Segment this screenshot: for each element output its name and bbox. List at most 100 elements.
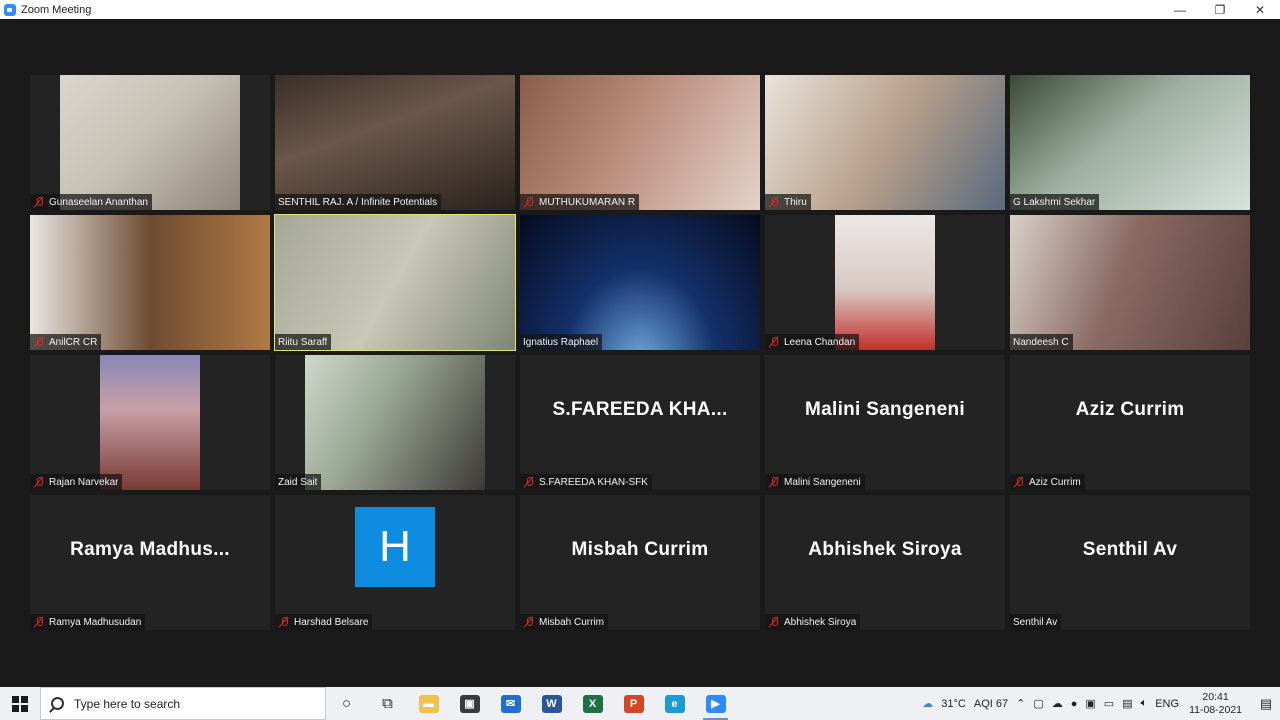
participant-tile[interactable]: Nandeesh C [1010, 215, 1250, 350]
participant-tile[interactable]: MUTHUKUMARAN R [520, 75, 760, 210]
network-icon[interactable]: ▤ [1122, 697, 1132, 710]
mic-muted-icon [768, 196, 780, 208]
participant-video [520, 215, 760, 350]
participant-tile[interactable]: AnilCR CR [30, 215, 270, 350]
participant-display-name: Senthil Av [1082, 539, 1178, 560]
participant-tile[interactable]: Malini Sangeneni Malini Sangeneni [765, 355, 1005, 490]
mic-muted-icon [278, 616, 290, 628]
participant-video [1010, 75, 1250, 210]
mic-muted-icon [33, 616, 45, 628]
participant-tile[interactable]: SENTHIL RAJ. A / Infinite Potentials [275, 75, 515, 210]
participant-name: Thiru [784, 196, 807, 208]
minimize-button[interactable]: — [1160, 0, 1200, 19]
participant-name: Aziz Currim [1029, 476, 1081, 488]
excel-icon[interactable]: X [572, 687, 613, 720]
mic-muted-icon [33, 336, 45, 348]
file-explorer-icon[interactable]: ▬ [408, 687, 449, 720]
participant-tile[interactable]: Zaid Sait [275, 355, 515, 490]
zoom-icon[interactable]: ▶ [695, 687, 736, 720]
tray-app-icon[interactable]: ▢ [1033, 697, 1043, 710]
participant-video [100, 355, 200, 490]
system-tray: ☁ 31°C AQI 67 ⌃ ▢ ☁ ● ▣ ▭ ▤ 🔈︎ ENG 20:41… [918, 687, 1280, 720]
participant-tile[interactable]: S.FAREEDA KHA... S.FAREEDA KHAN-SFK [520, 355, 760, 490]
participant-display-name: Aziz Currim [1075, 399, 1185, 420]
mic-muted-icon [1013, 476, 1025, 488]
volume-icon[interactable]: 🔈︎ [1141, 697, 1148, 710]
participant-tile[interactable]: Ignatius Raphael [520, 215, 760, 350]
window-title: Zoom Meeting [21, 3, 92, 16]
participant-tile[interactable]: Misbah Currim Misbah Currim [520, 495, 760, 630]
edge-icon-glyph: e [664, 694, 685, 713]
participant-name: Riitu Saraff [278, 336, 328, 348]
participant-name: Ramya Madhusudan [49, 616, 142, 628]
participant-name: Ignatius Raphael [523, 336, 599, 348]
participant-name: Misbah Currim [539, 616, 605, 628]
participant-video [275, 215, 515, 350]
participant-name-label: Thiru [765, 194, 811, 210]
participant-name-label: Zaid Sait [275, 474, 322, 490]
store-icon[interactable]: ▣ [449, 687, 490, 720]
weather-temp[interactable]: 31°C [941, 698, 966, 710]
language-indicator[interactable]: ENG [1155, 698, 1179, 710]
participant-tile[interactable]: Rajan Narvekar [30, 355, 270, 490]
participant-name: Abhishek Siroya [784, 616, 857, 628]
participant-tile[interactable]: Gunaseelan Ananthan [30, 75, 270, 210]
clock[interactable]: 20:41 11-08-2021 [1189, 691, 1242, 717]
participant-display-name: S.FAREEDA KHA... [552, 399, 728, 420]
close-button[interactable]: ✕ [1240, 0, 1280, 19]
taskbar-search[interactable]: Type here to search [40, 687, 326, 720]
participant-name-label: Riitu Saraff [275, 334, 332, 350]
notification-icon[interactable]: ▤ [1252, 687, 1280, 720]
participant-video [30, 215, 270, 350]
participant-name-label: Ignatius Raphael [520, 334, 603, 350]
participant-tile[interactable]: Aziz Currim Aziz Currim [1010, 355, 1250, 490]
participant-tile[interactable]: Leena Chandan [765, 215, 1005, 350]
edge-icon[interactable]: e [654, 687, 695, 720]
search-icon [51, 697, 64, 710]
file-explorer-icon-glyph: ▬ [418, 694, 439, 713]
participant-video [305, 355, 485, 490]
cortana-icon[interactable]: ○ [326, 687, 367, 720]
battery-icon[interactable]: ▭ [1104, 697, 1114, 710]
cortana-icon-glyph: ○ [341, 695, 352, 712]
participant-tile[interactable]: Ramya Madhus... Ramya Madhusudan [30, 495, 270, 630]
participant-name-label: Senthil Av [1010, 614, 1062, 630]
participant-name-label: Abhishek Siroya [765, 614, 861, 630]
participant-name: Harshad Belsare [294, 616, 369, 628]
participant-name-label: S.FAREEDA KHAN-SFK [520, 474, 652, 490]
participant-name: SENTHIL RAJ. A / Infinite Potentials [278, 196, 438, 208]
participant-tile[interactable]: Senthil Av Senthil Av [1010, 495, 1250, 630]
word-icon[interactable]: W [531, 687, 572, 720]
security-icon[interactable]: ▣ [1085, 697, 1095, 710]
powerpoint-icon-glyph: P [623, 694, 644, 713]
window-titlebar: Zoom Meeting — ❐ ✕ [0, 0, 1280, 19]
participant-tile[interactable]: H Harshad Belsare [275, 495, 515, 630]
task-view-icon[interactable]: ⧉ [367, 687, 408, 720]
mail-icon[interactable]: ✉ [490, 687, 531, 720]
participant-name-label: Aziz Currim [1010, 474, 1085, 490]
mic-icon[interactable]: ● [1071, 698, 1078, 710]
participant-name: S.FAREEDA KHAN-SFK [539, 476, 648, 488]
taskbar-apps: ○ ⧉ ▬ ▣ ✉ W X Pe ▶ [326, 687, 736, 720]
window-controls: — ❐ ✕ [1160, 0, 1280, 19]
participant-name: Zaid Sait [278, 476, 318, 488]
clock-date: 11-08-2021 [1189, 703, 1242, 716]
participant-tile[interactable]: Thiru [765, 75, 1005, 210]
participant-name-label: Leena Chandan [765, 334, 860, 350]
participant-video [765, 75, 1005, 210]
start-button[interactable] [0, 687, 40, 720]
cloud-icon[interactable]: ☁ [1052, 697, 1063, 710]
mic-muted-icon [768, 336, 780, 348]
restore-button[interactable]: ❐ [1200, 0, 1240, 19]
participant-tile[interactable]: G Lakshmi Sekhar [1010, 75, 1250, 210]
participant-tile[interactable]: Abhishek Siroya Abhishek Siroya [765, 495, 1005, 630]
mic-muted-icon [33, 476, 45, 488]
participant-tile[interactable]: Riitu Saraff [274, 214, 516, 351]
participant-name-label: Malini Sangeneni [765, 474, 865, 490]
weather-icon[interactable]: ☁ [922, 697, 933, 710]
powerpoint-icon[interactable]: P [613, 687, 654, 720]
participant-name: AnilCR CR [49, 336, 98, 348]
aqi[interactable]: AQI 67 [974, 698, 1008, 710]
participant-name-label: Misbah Currim [520, 614, 609, 630]
chevron-up-icon[interactable]: ⌃ [1016, 697, 1025, 710]
